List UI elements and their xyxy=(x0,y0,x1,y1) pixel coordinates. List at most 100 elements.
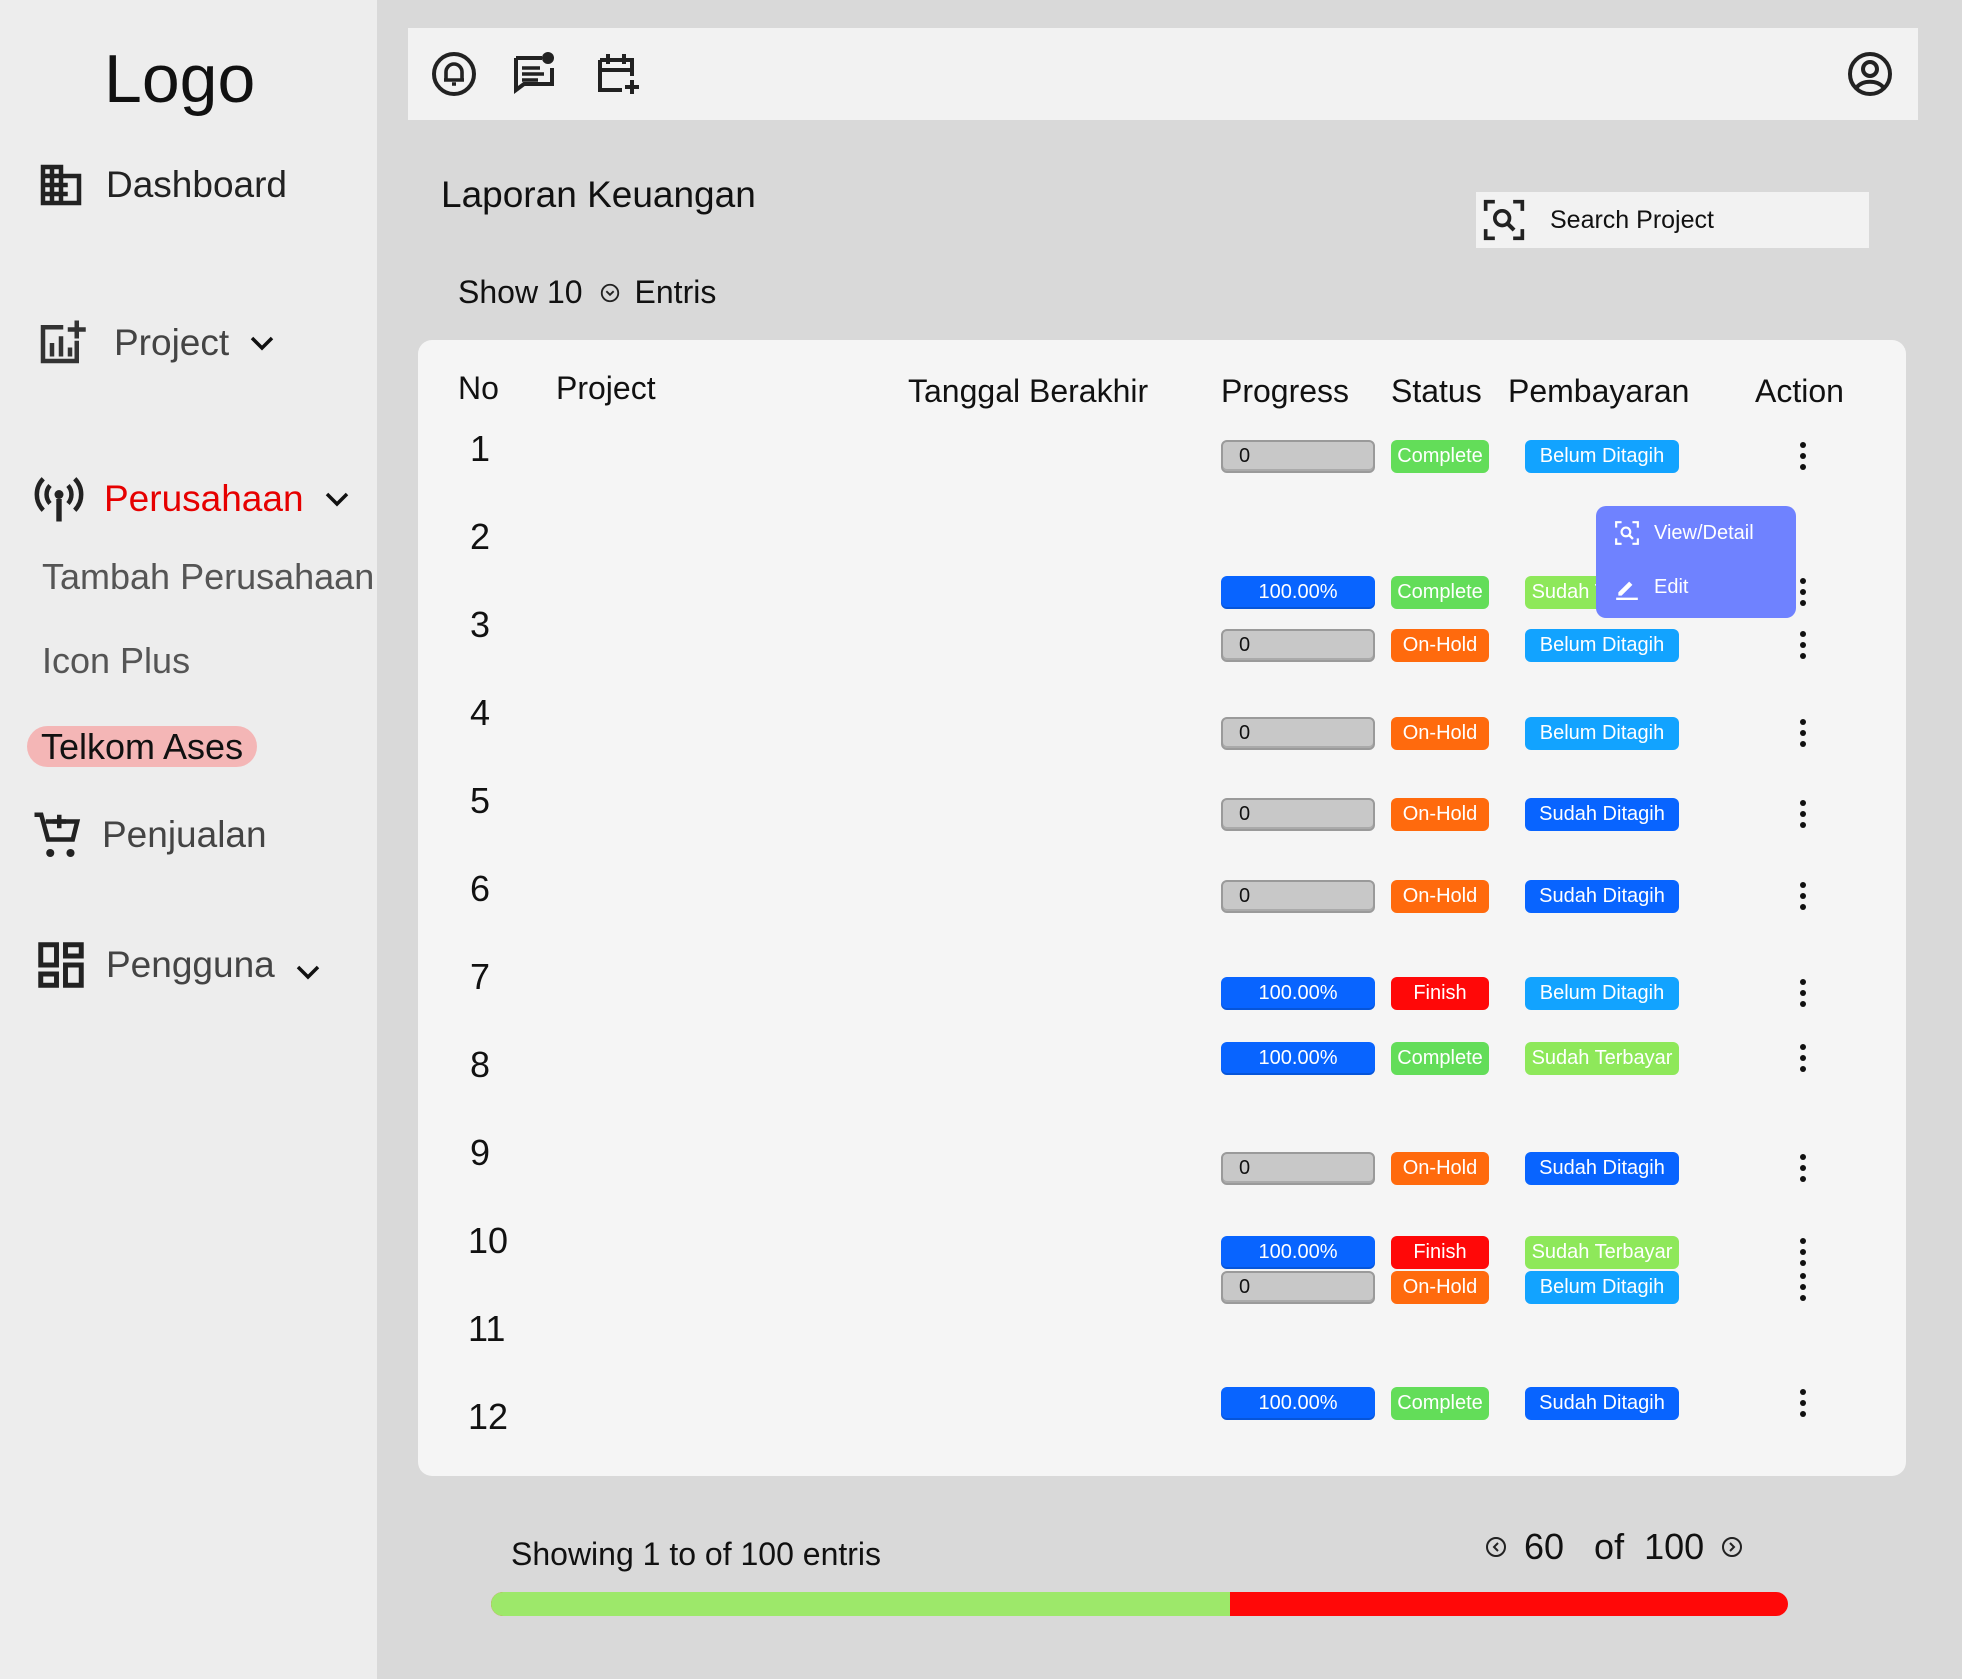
antenna-icon xyxy=(34,477,84,522)
status-badge: On-Hold xyxy=(1391,1152,1489,1185)
more-actions-icon[interactable] xyxy=(1798,882,1808,912)
progress-bar: 100.00% xyxy=(1221,1236,1375,1269)
payment-badge: Belum Ditagih xyxy=(1525,717,1679,750)
status-badge: On-Hold xyxy=(1391,798,1489,831)
sidebar-item-label: Penjualan xyxy=(102,814,267,855)
status-badge: Complete xyxy=(1391,1042,1489,1075)
more-actions-icon[interactable] xyxy=(1798,631,1808,661)
sidebar-subitem-icon-plus[interactable]: Icon Plus xyxy=(42,640,190,682)
show-label: Show 10 xyxy=(458,274,583,310)
more-actions-icon[interactable] xyxy=(1798,1273,1808,1303)
payment-badge: Sudah Ditagih xyxy=(1525,1387,1679,1420)
logo: Logo xyxy=(104,41,256,117)
page-title: Laporan Keuangan xyxy=(441,174,756,215)
chevron-down-icon xyxy=(325,492,348,507)
next-page-icon[interactable] xyxy=(1720,1535,1744,1559)
search-placeholder: Search Project xyxy=(1550,205,1714,234)
calendar-add-icon[interactable] xyxy=(594,50,642,98)
row-number: 7 xyxy=(470,956,491,997)
progress-bar: 0 xyxy=(1221,1271,1375,1304)
header-progress: Progress xyxy=(1221,373,1350,409)
action-menu: View/Detail Edit xyxy=(1596,506,1796,618)
payment-badge: Belum Ditagih xyxy=(1525,629,1679,662)
payment-badge: Sudah Ditagih xyxy=(1525,880,1679,913)
status-badge: On-Hold xyxy=(1391,880,1489,913)
payment-badge: Belum Ditagih xyxy=(1525,1271,1679,1304)
status-badge: Finish xyxy=(1391,977,1489,1010)
row-number: 2 xyxy=(470,516,491,557)
status-badge: On-Hold xyxy=(1391,629,1489,662)
progress-bar: 0 xyxy=(1221,798,1375,831)
progress-bar: 0 xyxy=(1221,880,1375,913)
status-badge: Finish xyxy=(1391,1236,1489,1269)
more-actions-icon[interactable] xyxy=(1798,1389,1808,1419)
more-actions-icon[interactable] xyxy=(1798,719,1808,749)
header-project: Project xyxy=(556,370,656,406)
row-number: 8 xyxy=(470,1044,491,1085)
more-actions-icon[interactable] xyxy=(1798,1238,1808,1268)
status-badge: Complete xyxy=(1391,440,1489,473)
payment-badge: Sudah Ditagih xyxy=(1525,798,1679,831)
entries-label: Entris xyxy=(634,274,717,310)
edit-icon xyxy=(1616,581,1638,600)
sidebar-subitem-telkom-ases[interactable]: Telkom Ases xyxy=(27,726,258,767)
sidebar-item-label: Project xyxy=(114,322,230,363)
more-actions-icon[interactable] xyxy=(1798,1044,1808,1074)
row-number: 4 xyxy=(470,692,491,733)
header-action: Action xyxy=(1755,373,1844,409)
row-number: 10 xyxy=(468,1220,509,1261)
page-current: 60 xyxy=(1524,1526,1565,1567)
sidebar-item-dashboard[interactable]: Dashboard xyxy=(34,158,287,212)
sidebar-item-perusahaan[interactable]: Perusahaan xyxy=(32,472,352,526)
sidebar-item-pengguna[interactable]: Pengguna xyxy=(34,938,323,992)
sidebar-item-label: Pengguna xyxy=(106,944,275,985)
row-number: 6 xyxy=(470,868,491,909)
row-number: 1 xyxy=(470,428,491,469)
sidebar-item-project[interactable]: Project xyxy=(34,316,277,370)
message-icon[interactable] xyxy=(510,50,558,98)
chevron-down-circle-icon[interactable] xyxy=(599,282,621,304)
progress-bar: 0 xyxy=(1221,717,1375,750)
sidebar-subitem-tambah-perusahaan[interactable]: Tambah Perusahaan xyxy=(42,556,374,598)
edit-label: Edit xyxy=(1654,575,1689,598)
more-actions-icon[interactable] xyxy=(1798,578,1808,608)
row-number: 5 xyxy=(470,780,491,821)
status-badge: On-Hold xyxy=(1391,717,1489,750)
sidebar-item-penjualan[interactable]: Penjualan xyxy=(30,808,267,862)
more-actions-icon[interactable] xyxy=(1798,442,1808,472)
search-input[interactable]: Search Project xyxy=(1476,192,1869,248)
search-icon xyxy=(1483,199,1525,241)
header-pembayaran: Pembayaran xyxy=(1508,373,1690,409)
cart-add-icon xyxy=(34,812,81,858)
more-actions-icon[interactable] xyxy=(1798,800,1808,830)
progress-bar: 0 xyxy=(1221,440,1375,473)
progress-bar: 0 xyxy=(1221,629,1375,662)
user-circle-icon[interactable] xyxy=(1846,50,1894,98)
header-status: Status xyxy=(1391,373,1482,409)
header-tanggal-berakhir: Tanggal Berakhir xyxy=(908,373,1149,409)
payment-badge: Sudah Terbayar xyxy=(1525,1236,1679,1269)
payment-badge: Sudah Terbayar xyxy=(1525,1042,1679,1075)
page-progress-fill xyxy=(491,1592,1231,1616)
topbar xyxy=(408,28,1918,120)
view-detail-label: View/Detail xyxy=(1654,521,1754,544)
status-badge: On-Hold xyxy=(1391,1271,1489,1304)
row-number: 12 xyxy=(468,1396,509,1437)
prev-page-icon[interactable] xyxy=(1484,1535,1508,1559)
view-icon xyxy=(1615,521,1639,545)
row-number: 11 xyxy=(468,1308,506,1349)
dashboard-grid-icon xyxy=(38,942,84,988)
status-badge: Complete xyxy=(1391,576,1489,609)
chart-add-icon xyxy=(40,320,86,364)
payment-badge: Belum Ditagih xyxy=(1525,440,1679,473)
page-total: 100 xyxy=(1644,1526,1705,1567)
showing-info: Showing 1 to of 100 entris xyxy=(511,1536,882,1572)
sidebar: Logo Dashboard Project Perusahaan Tambah… xyxy=(0,0,377,1679)
entries-selector[interactable]: Show 10 Entris xyxy=(458,274,716,311)
edit-item[interactable]: Edit xyxy=(1614,574,1688,600)
more-actions-icon[interactable] xyxy=(1798,979,1808,1009)
chevron-down-icon xyxy=(296,965,319,980)
bell-icon[interactable] xyxy=(430,50,478,98)
more-actions-icon[interactable] xyxy=(1798,1154,1808,1184)
view-detail-item[interactable]: View/Detail xyxy=(1614,520,1754,546)
